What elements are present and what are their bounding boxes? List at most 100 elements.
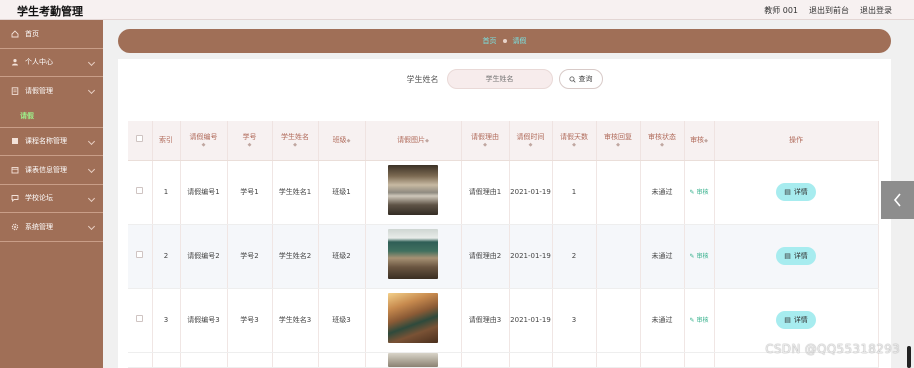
- sort-icon[interactable]: ◆: [181, 142, 227, 148]
- cell-student-no: 学号2: [227, 224, 273, 289]
- col-header: 索引: [152, 121, 181, 161]
- cell-index: 3: [152, 288, 181, 353]
- document-icon: ▤: [784, 253, 791, 260]
- cell-leave-no: 请假编号1: [180, 160, 228, 225]
- cell-index: 2: [152, 224, 181, 289]
- vertical-scrollbar[interactable]: [907, 346, 911, 368]
- col-header[interactable]: 请假天数 ◆: [552, 121, 597, 161]
- sidebar-item-label: 学校论坛: [25, 194, 53, 203]
- leave-photo[interactable]: [388, 165, 438, 215]
- sidebar-item-label: 系统管理: [25, 222, 53, 231]
- cell-status: 未通过: [640, 160, 685, 225]
- chevron-down-icon: [87, 137, 96, 145]
- col-header[interactable]: 请假理由 ◆: [461, 121, 510, 161]
- main-content: 首页 请假 学生姓名 查询 索引 请假编号◆ 学号◆: [103, 20, 914, 368]
- sort-icon[interactable]: ◆: [704, 138, 708, 144]
- cell-class: 班级1: [318, 160, 366, 225]
- sidebar-subitem-leave[interactable]: 请假: [0, 106, 103, 128]
- sidebar-item-home[interactable]: 首页: [0, 20, 103, 49]
- cell-reason: 请假理由1: [461, 160, 510, 225]
- cell-actions: ▤ 详情: [714, 160, 879, 225]
- sort-icon[interactable]: ◆: [228, 142, 272, 148]
- leave-photo[interactable]: [388, 229, 438, 279]
- col-header[interactable]: 请假图片◆: [365, 121, 462, 161]
- cell-photo: [365, 352, 462, 368]
- cell-time: 2021-01-19: [509, 224, 553, 289]
- document-icon: ▤: [784, 317, 791, 324]
- sidebar-item-profile[interactable]: 个人中心: [0, 49, 103, 77]
- cell-name: 学生姓名2: [272, 224, 319, 289]
- detail-button[interactable]: ▤ 详情: [776, 183, 816, 201]
- leave-photo[interactable]: [388, 352, 438, 367]
- sidebar-item-schedule[interactable]: 课表信息管理: [0, 156, 103, 185]
- table-row: 2 请假编号2 学号2 学生姓名2 班级2 请假理由2 2021-01-19 2…: [128, 224, 879, 289]
- row-checkbox[interactable]: [136, 315, 144, 322]
- side-panel-toggle[interactable]: [881, 181, 914, 219]
- col-header[interactable]: 学号 ◆: [227, 121, 273, 161]
- col-header[interactable]: 审核状态 ◆: [640, 121, 685, 161]
- chat-icon: [11, 194, 19, 203]
- cell-name: 学生姓名3: [272, 288, 319, 353]
- row-checkbox[interactable]: [136, 187, 144, 194]
- sort-icon[interactable]: ◆: [641, 142, 684, 148]
- watermark: CSDN @QQ55318293: [765, 342, 900, 356]
- sort-icon[interactable]: ◆: [510, 142, 552, 148]
- sort-icon[interactable]: ◆: [273, 142, 318, 148]
- sidebar-item-course[interactable]: 课程名称管理: [0, 128, 103, 156]
- sort-icon[interactable]: ◆: [553, 142, 596, 148]
- col-header[interactable]: 审核回复 ◆: [596, 121, 641, 161]
- cell-photo: [365, 160, 462, 225]
- table-row: 1 请假编号1 学号1 学生姓名1 班级1 请假理由1 2021-01-19 1…: [128, 160, 879, 225]
- breadcrumb-home[interactable]: 首页: [483, 36, 497, 46]
- search-label: 学生姓名: [406, 74, 439, 84]
- content-panel: 学生姓名 查询 索引 请假编号◆ 学号◆ 学生姓名◆ 班级◆: [118, 59, 891, 368]
- col-header[interactable]: 审核◆: [684, 121, 715, 161]
- breadcrumb-separator: [502, 39, 507, 43]
- leave-photo[interactable]: [388, 293, 438, 343]
- sidebar-item-forum[interactable]: 学校论坛: [0, 185, 103, 213]
- sidebar-item-leave[interactable]: 请假管理: [0, 77, 103, 106]
- col-header[interactable]: 学生姓名 ◆: [272, 121, 319, 161]
- chevron-down-icon: [87, 86, 96, 95]
- audit-link[interactable]: ✎ 审核: [690, 253, 709, 260]
- chevron-down-icon: [87, 165, 96, 174]
- cell-audit: ✎ 审核: [684, 160, 715, 225]
- current-user: 教师 001: [764, 6, 798, 15]
- logout-link[interactable]: 退出登录: [860, 5, 892, 16]
- sort-icon[interactable]: ◆: [347, 138, 351, 144]
- sort-icon[interactable]: ◆: [425, 138, 429, 144]
- sidebar-item-system[interactable]: 系统管理: [0, 213, 103, 242]
- detail-button[interactable]: ▤ 详情: [776, 311, 816, 329]
- row-checkbox[interactable]: [136, 251, 144, 258]
- exit-to-frontend-link[interactable]: 退出到前台: [809, 5, 849, 16]
- chevron-down-icon: [87, 222, 96, 231]
- student-name-input[interactable]: [446, 69, 553, 89]
- cell-class: 班级2: [318, 224, 366, 289]
- edit-icon: ✎: [689, 316, 695, 324]
- chevron-down-icon: [87, 58, 96, 66]
- chevron-down-icon: [87, 194, 96, 202]
- search-icon: [568, 75, 576, 83]
- top-bar: 学生考勤管理 教师 001 退出到前台 退出登录: [0, 0, 914, 20]
- audit-link[interactable]: ✎ 审核: [690, 189, 709, 196]
- cell-days: 3: [552, 288, 597, 353]
- sidebar-item-label: 个人中心: [25, 58, 53, 67]
- home-icon: [11, 30, 19, 38]
- detail-button[interactable]: ▤ 详情: [776, 247, 816, 265]
- cell-reply: [596, 160, 641, 225]
- col-header[interactable]: 班级◆: [318, 121, 366, 161]
- edit-icon: ✎: [689, 188, 695, 196]
- cell-actions: ▤ 详情: [714, 224, 879, 289]
- col-header[interactable]: 请假编号 ◆: [180, 121, 228, 161]
- cell-reply: [596, 288, 641, 353]
- sort-icon[interactable]: ◆: [597, 142, 640, 148]
- search-button[interactable]: 查询: [558, 69, 603, 89]
- cell-time: 2021-01-19: [509, 288, 553, 353]
- select-all-checkbox[interactable]: [136, 135, 144, 143]
- audit-link[interactable]: ✎ 审核: [690, 317, 709, 324]
- sort-icon[interactable]: ◆: [462, 142, 509, 148]
- leave-table: 索引 请假编号 ◆ 学号 ◆ 学生姓名 ◆ 班级◆ 请假图片◆ 请假理由 ◆ 请假时间 ◆…: [128, 121, 879, 368]
- cell-time: 2021-01-19: [509, 160, 553, 225]
- col-header[interactable]: 请假时间 ◆: [509, 121, 553, 161]
- sidebar: 首页 个人中心 请假管理 请假 课程名称管理 课表信息管理 学校论坛 系统管理: [0, 20, 103, 368]
